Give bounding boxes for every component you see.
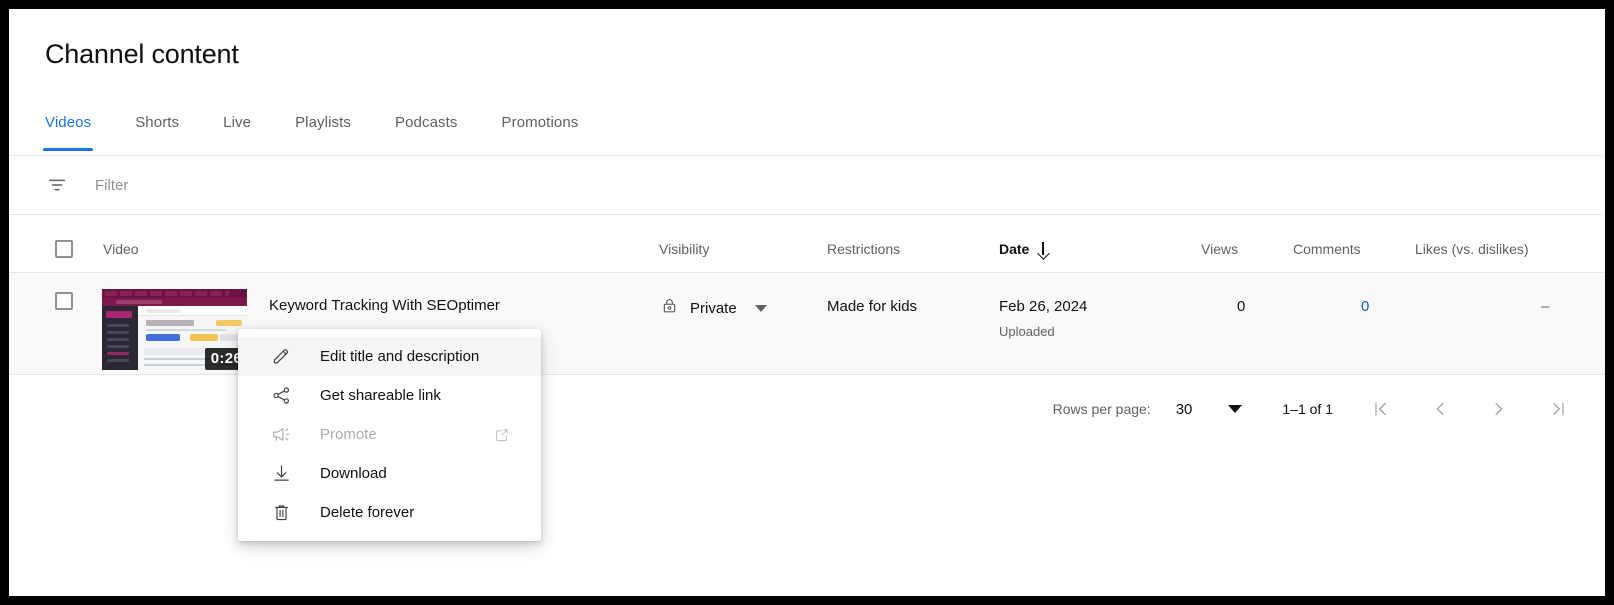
- megaphone-icon: [269, 423, 293, 447]
- caret-down-icon[interactable]: [755, 305, 767, 312]
- tab-shorts-label: Shorts: [135, 114, 179, 131]
- column-header-visibility[interactable]: Visibility: [659, 241, 709, 257]
- menu-item-label: Get shareable link: [320, 387, 441, 404]
- column-header-comments[interactable]: Comments: [1293, 241, 1361, 257]
- filter-list-icon[interactable]: [45, 173, 69, 197]
- column-header-restrictions[interactable]: Restrictions: [827, 241, 900, 257]
- menu-item-label: Delete forever: [320, 504, 414, 521]
- trash-icon: [269, 501, 293, 525]
- previous-page-button[interactable]: [1429, 397, 1451, 421]
- rows-per-page-caret-down-icon[interactable]: [1228, 405, 1242, 413]
- tab-shorts[interactable]: Shorts: [135, 109, 179, 151]
- menu-item-label: Promote: [320, 426, 377, 443]
- tab-promotions-label: Promotions: [502, 114, 579, 131]
- visibility-label: Private: [690, 300, 737, 317]
- tab-playlists-label: Playlists: [295, 114, 351, 131]
- next-page-button[interactable]: [1488, 397, 1510, 421]
- tab-podcasts[interactable]: Podcasts: [395, 109, 458, 151]
- menu-item-download[interactable]: Download: [238, 454, 541, 493]
- last-page-button[interactable]: [1547, 397, 1569, 421]
- menu-item-label: Edit title and description: [320, 348, 479, 365]
- pagination-range: 1–1 of 1: [1282, 401, 1333, 417]
- video-context-menu: Edit title and description Get shareable…: [238, 329, 541, 541]
- row-restrictions: Made for kids: [827, 298, 917, 315]
- menu-item-edit-title-and-description[interactable]: Edit title and description: [238, 337, 541, 376]
- menu-item-get-shareable-link[interactable]: Get shareable link: [238, 376, 541, 415]
- download-icon: [269, 462, 293, 486]
- menu-item-label: Download: [320, 465, 387, 482]
- tab-promotions[interactable]: Promotions: [502, 109, 579, 151]
- channel-content-page: Channel content Videos Shorts Live Playl…: [9, 9, 1605, 596]
- rows-per-page-label: Rows per page:: [1053, 401, 1151, 417]
- row-comments[interactable]: 0: [1361, 298, 1369, 315]
- row-select-checkbox[interactable]: [55, 292, 73, 310]
- thumbnail-browser-urlbar: [102, 298, 247, 306]
- select-all-checkbox[interactable]: [55, 240, 73, 258]
- filter-input[interactable]: [95, 177, 515, 194]
- row-views: 0: [1237, 298, 1245, 315]
- pencil-icon: [269, 345, 293, 369]
- tab-videos-label: Videos: [45, 114, 91, 131]
- tab-playlists[interactable]: Playlists: [295, 109, 351, 151]
- chevron-right-icon: [1489, 399, 1509, 419]
- filter-bar: [9, 156, 1605, 214]
- row-date: Feb 26, 2024: [999, 298, 1087, 315]
- table-header: [9, 215, 1605, 272]
- column-header-likes[interactable]: Likes (vs. dislikes): [1415, 241, 1529, 257]
- first-page-icon: [1371, 399, 1391, 419]
- column-header-date[interactable]: Date: [999, 241, 1049, 257]
- pagination-controls: Rows per page: 30 1–1 of 1: [1053, 397, 1569, 421]
- row-date-status: Uploaded: [999, 324, 1055, 339]
- rows-per-page-value[interactable]: 30: [1176, 401, 1193, 418]
- external-link-icon: [494, 427, 510, 443]
- video-thumbnail[interactable]: 0:26: [102, 289, 247, 370]
- first-page-button[interactable]: [1370, 397, 1392, 421]
- row-likes: –: [1541, 298, 1549, 315]
- tab-live[interactable]: Live: [223, 109, 251, 151]
- tab-videos[interactable]: Videos: [45, 109, 91, 151]
- visibility-selector[interactable]: Private: [660, 296, 767, 320]
- share-icon: [269, 384, 293, 408]
- menu-item-promote: Promote: [238, 415, 541, 454]
- chevron-left-icon: [1430, 399, 1450, 419]
- column-header-video[interactable]: Video: [103, 241, 139, 257]
- tab-podcasts-label: Podcasts: [395, 114, 458, 131]
- thumbnail-browser-tabbar: [102, 289, 247, 298]
- thumbnail-logo: [106, 311, 132, 318]
- column-header-views[interactable]: Views: [1201, 241, 1238, 257]
- column-header-date-label: Date: [999, 241, 1029, 257]
- video-title[interactable]: Keyword Tracking With SEOptimer: [269, 297, 500, 314]
- menu-item-delete-forever[interactable]: Delete forever: [238, 493, 541, 532]
- arrow-down-icon: [1036, 242, 1049, 257]
- lock-icon: [660, 296, 679, 320]
- last-page-icon: [1548, 399, 1568, 419]
- content-tabs: Videos Shorts Live Playlists Podcasts Pr…: [45, 109, 578, 155]
- thumbnail-sidebar: [102, 306, 138, 370]
- page-title: Channel content: [45, 39, 239, 70]
- tab-live-label: Live: [223, 114, 251, 131]
